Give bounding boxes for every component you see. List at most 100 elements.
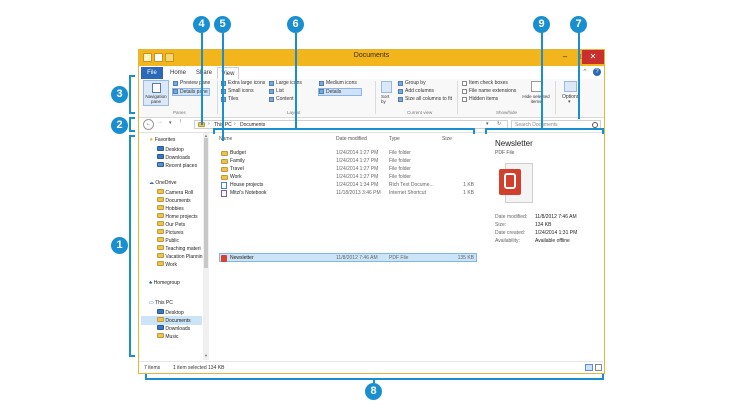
details-view-icon[interactable] — [585, 364, 593, 371]
nav-favorites[interactable]: ★ Favorites — [149, 137, 175, 143]
file-name: Family — [230, 158, 245, 164]
folder-icon — [221, 151, 228, 156]
address-dropdown-icon[interactable]: ▾ — [486, 121, 489, 127]
layout-large-icons[interactable]: Large icons — [276, 80, 302, 86]
file-size: 1 KB — [463, 190, 474, 196]
nav-label: Public — [165, 238, 180, 244]
folder-icon — [157, 253, 164, 258]
back-button[interactable]: ← — [143, 119, 154, 130]
group-by-button[interactable]: Group by — [405, 80, 426, 86]
divider — [217, 81, 218, 114]
layout-list[interactable]: List — [276, 88, 284, 94]
file-name: Travel — [230, 166, 244, 172]
tab-home[interactable]: Home — [167, 67, 189, 79]
nav-label: Our Pets — [165, 222, 186, 228]
nav-item-teaching-materials[interactable]: Teaching materi — [157, 245, 201, 252]
preview-label-date-created: Date created: — [495, 230, 526, 236]
hidden-items-label: Hidden items — [469, 96, 499, 102]
collapse-ribbon-icon[interactable]: ⌃ — [582, 68, 588, 76]
callout-badge: 1 — [111, 237, 128, 254]
large-icons-view-icon[interactable] — [595, 364, 602, 371]
callout-bracket — [213, 128, 475, 134]
sort-by-icon — [381, 81, 392, 93]
sort-by-button[interactable]: Sort by — [381, 94, 393, 104]
preview-value-availability[interactable]: Available offline — [535, 238, 570, 244]
preview-pane-icon — [173, 81, 178, 86]
close-button[interactable]: ✕ — [582, 50, 604, 64]
item-check-boxes-label: Item check boxes — [469, 80, 508, 86]
nav-item-public[interactable]: Public — [157, 237, 179, 244]
forward-button[interactable]: → — [157, 119, 163, 125]
column-header-date[interactable]: Date modified — [336, 136, 367, 142]
size-all-columns-button[interactable]: Size all columns to fit — [405, 96, 452, 102]
nav-item-pictures[interactable]: Pictures — [157, 229, 183, 236]
downloads-icon — [157, 154, 164, 159]
desktop-icon — [157, 309, 164, 314]
nav-scrollbar-thumb[interactable] — [204, 138, 208, 268]
nav-label: Desktop — [165, 147, 184, 153]
column-header-name[interactable]: Name — [219, 136, 232, 142]
folder-icon — [157, 197, 164, 202]
nav-item-desktop[interactable]: Desktop — [157, 146, 184, 153]
nav-item-work[interactable]: Work — [157, 261, 177, 268]
column-header-type[interactable]: Type — [389, 136, 400, 142]
column-header-size[interactable]: Size — [442, 136, 452, 142]
file-size: 1 KB — [463, 182, 474, 188]
item-check-boxes-checkbox[interactable] — [462, 81, 467, 86]
tab-share[interactable]: Share — [193, 67, 215, 79]
panes-group-label: Panes — [173, 110, 186, 115]
nav-item-hobbies[interactable]: Hobbies — [157, 205, 184, 212]
file-type: File folder — [389, 166, 411, 172]
nav-item-home-projects[interactable]: Home projects — [157, 213, 198, 220]
internet-shortcut-icon — [221, 190, 227, 197]
nav-homegroup[interactable]: ♣ Homegroup — [149, 280, 180, 286]
ribbon-tabs: File Home Share View ⌃ ? — [139, 66, 604, 80]
callout-line — [578, 33, 580, 119]
nav-item-pc-documents[interactable]: Documents — [157, 317, 191, 324]
callout-badge: 7 — [570, 16, 587, 33]
refresh-icon[interactable]: ↻ — [497, 121, 501, 127]
nav-item-our-pets[interactable]: Our Pets — [157, 221, 185, 228]
tab-file[interactable]: File — [141, 67, 163, 79]
title-bar[interactable]: Documents – □ ✕ — [139, 50, 604, 66]
nav-item-pc-downloads[interactable]: Downloads — [157, 325, 190, 332]
nav-item-pc-music[interactable]: Music — [157, 333, 178, 340]
computer-icon: ▭ — [149, 300, 154, 306]
nav-this-pc[interactable]: ▭ This PC — [149, 300, 173, 306]
nav-item-vacation-planning[interactable]: Vacation Plannin — [157, 253, 203, 260]
layout-extra-large-icons[interactable]: Extra large icons — [228, 80, 265, 86]
layout-medium-icons[interactable]: Medium icons — [326, 80, 357, 86]
preview-pane-button[interactable]: Preview pane — [180, 80, 210, 86]
callout-badge: 9 — [533, 16, 550, 33]
add-columns-button[interactable]: Add columns — [405, 88, 434, 94]
nav-item-camera-roll[interactable]: Camera Roll — [157, 189, 193, 196]
table-row-selected[interactable]: Newsletter 11/8/2012 7:46 AM PDF File 13… — [219, 254, 477, 263]
file-size: 135 KB — [457, 255, 474, 261]
file-name-extensions-checkbox[interactable] — [462, 89, 467, 94]
layout-content[interactable]: Content — [276, 96, 294, 102]
hide-selected-items-button[interactable]: Hide selected items — [522, 94, 550, 104]
up-button[interactable]: ↑ — [179, 119, 182, 125]
navigation-pane-button[interactable]: Navigation pane — [143, 80, 169, 106]
recent-locations-button[interactable]: ▾ — [169, 120, 172, 126]
scroll-up-icon[interactable]: ▲ — [204, 133, 208, 138]
nav-item-downloads[interactable]: Downloads — [157, 154, 190, 161]
nav-item-documents[interactable]: Documents — [157, 197, 191, 204]
folder-icon — [157, 189, 164, 194]
hidden-items-checkbox[interactable] — [462, 97, 467, 102]
tab-view[interactable]: View — [217, 67, 239, 79]
layout-tiles[interactable]: Tiles — [228, 96, 238, 102]
help-icon[interactable]: ? — [593, 68, 601, 76]
status-selection: 1 item selected 134 KB — [173, 365, 225, 371]
layout-small-icons[interactable]: Small icons — [228, 88, 254, 94]
nav-onedrive[interactable]: ☁ OneDrive — [149, 180, 177, 186]
table-row[interactable]: Mitzi's Notebook 11/18/2013 3:46 PM Inte… — [219, 189, 477, 198]
nav-item-recent-places[interactable]: Recent places — [157, 162, 197, 169]
explorer-window: Documents – □ ✕ File Home Share View ⌃ ?… — [138, 49, 605, 374]
rtf-document-icon — [221, 182, 227, 189]
minimize-button[interactable]: – — [556, 50, 574, 64]
nav-item-pc-desktop[interactable]: Desktop — [157, 309, 184, 316]
pdf-file-large-icon — [499, 163, 533, 203]
folder-icon — [221, 175, 228, 180]
scroll-down-icon[interactable]: ▼ — [204, 353, 208, 358]
